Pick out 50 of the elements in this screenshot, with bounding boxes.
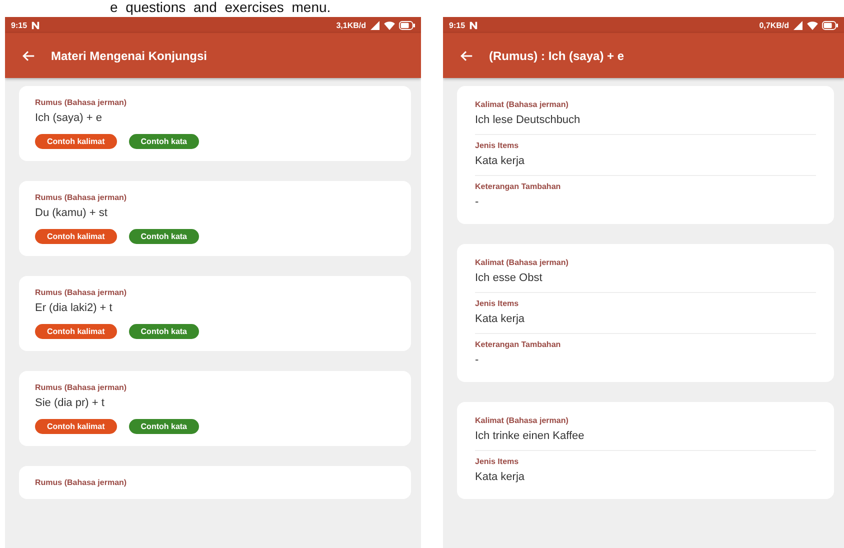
signal-icon [793, 20, 803, 30]
network-speed: 0,7KB/d [759, 20, 789, 30]
caption-text: e questions and exercises menu. [109, 0, 332, 15]
field-value: - [475, 354, 480, 366]
back-arrow-icon [21, 48, 35, 62]
example-button[interactable]: Contoh kata [128, 134, 200, 149]
field-value: Kata kerja [475, 313, 526, 325]
formula-text: Sie (dia pr) + t [35, 397, 106, 409]
back-arrow-icon [459, 48, 473, 62]
formula-text: Er (dia laki2) + t [35, 302, 114, 314]
screen-title: Materi Mengenai Konjungsi [51, 48, 208, 62]
field-label: Keterangan Tambahan [475, 340, 562, 349]
field-label: Kalimat (Bahasa jerman) [475, 258, 570, 267]
field-value: Kata kerja [475, 155, 526, 167]
screen-title: (Rumus) : Ich (saya) + e [489, 48, 624, 62]
notification-icon [31, 20, 40, 30]
example-button[interactable]: Contoh kalimat [35, 229, 117, 244]
field-label: Keterangan Tambahan [475, 182, 562, 191]
notification-icon [469, 20, 478, 30]
field-label: Kalimat (Bahasa jerman) [475, 100, 570, 109]
status-time: 9:15 [11, 20, 28, 30]
field-label: Rumus (Bahasa jerman) [35, 288, 128, 297]
network-speed: 3,1KB/d [336, 20, 366, 30]
field-value: - [475, 196, 480, 208]
example-button[interactable]: Contoh kata [128, 229, 200, 244]
field-value: Ich esse Obst [475, 272, 544, 284]
battery-icon [822, 20, 838, 30]
field-value: Ich trinke einen Kaffee [475, 430, 586, 442]
battery-icon [399, 20, 415, 30]
wifi-icon [807, 20, 818, 30]
formula-text: Ich (saya) + e [35, 112, 103, 124]
example-button[interactable]: Contoh kata [128, 419, 200, 434]
field-label: Jenis Items [475, 141, 520, 150]
field-value: Kata kerja [475, 471, 526, 483]
example-button[interactable]: Contoh kalimat [35, 324, 117, 339]
signal-icon [370, 20, 380, 30]
example-button[interactable]: Contoh kalimat [35, 419, 117, 434]
field-label: Rumus (Bahasa jerman) [35, 383, 128, 392]
field-label: Rumus (Bahasa jerman) [35, 478, 128, 487]
field-label: Rumus (Bahasa jerman) [35, 193, 128, 202]
example-button[interactable]: Contoh kalimat [35, 134, 117, 149]
wifi-icon [384, 20, 395, 30]
example-button[interactable]: Contoh kata [128, 324, 200, 339]
field-label: Jenis Items [475, 299, 520, 308]
field-value: Ich lese Deutschbuch [475, 114, 582, 126]
status-time: 9:15 [449, 20, 466, 30]
field-label: Jenis Items [475, 457, 520, 466]
field-label: Kalimat (Bahasa jerman) [475, 416, 570, 425]
field-label: Rumus (Bahasa jerman) [35, 98, 128, 107]
formula-text: Du (kamu) + st [35, 207, 108, 219]
